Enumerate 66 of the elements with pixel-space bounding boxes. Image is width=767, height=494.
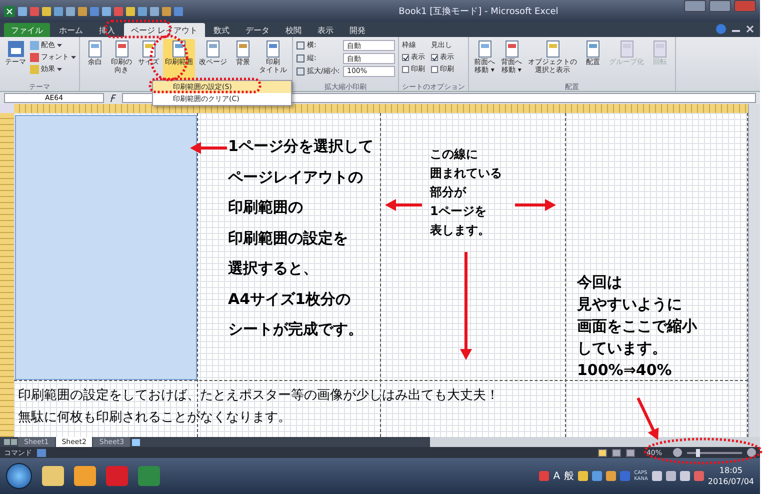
annotation-text: 印刷範囲の設定をしておけば、たとえポスター等の画像が少しはみ出ても大丈夫！ 無駄に何枚も印刷されることがなくなります。 — [18, 387, 499, 427]
excel-icon — [4, 6, 15, 16]
tray-icon[interactable] — [606, 471, 616, 481]
annotation-text: 今回は 見やすいように 画面をここで縮小 しています。 100%⇒40% — [577, 272, 697, 381]
annotation-text: この線に 囲まれている 部分が 1ページを 表します。 — [430, 146, 502, 239]
ribbon-tab[interactable]: 開発 — [342, 23, 373, 37]
insert-sheet-icon[interactable] — [131, 437, 142, 447]
page-icon — [86, 40, 104, 58]
function-icon — [108, 94, 118, 102]
arrow — [636, 397, 659, 440]
ribbon-tab[interactable]: ホーム — [52, 23, 90, 37]
caret-icon — [57, 68, 62, 70]
zoom-out-button[interactable] — [673, 448, 682, 457]
page-icon — [584, 40, 602, 58]
view-button[interactable] — [612, 448, 622, 456]
page-icon — [264, 40, 282, 58]
theme-icon — [6, 40, 24, 58]
page-icon — [112, 40, 130, 58]
ribbon-tab[interactable]: ファイル — [4, 23, 50, 37]
checkbox[interactable] — [431, 54, 438, 60]
tray-icon[interactable] — [578, 471, 588, 481]
swatch-icon — [30, 52, 39, 62]
window-title: Book1 [互換モード] - Microsoft Excel — [398, 6, 560, 18]
slider-thumb[interactable] — [696, 448, 700, 456]
start-button[interactable] — [6, 463, 32, 489]
caret-icon — [57, 44, 62, 46]
ime-indicator[interactable]: A — [553, 470, 560, 482]
macro-icon[interactable] — [37, 448, 46, 456]
ribbon-tab[interactable]: データ — [238, 23, 277, 37]
zoom-in-button[interactable] — [747, 448, 756, 457]
vertical-scrollbar[interactable] — [748, 104, 760, 437]
tray-icon[interactable] — [666, 471, 676, 481]
arrow — [190, 142, 227, 154]
maximize-button[interactable] — [709, 0, 731, 12]
ribbon-tab[interactable]: 校閲 — [278, 23, 309, 37]
page-icon — [544, 40, 562, 58]
clock[interactable]: 18:05 2016/07/04 — [708, 465, 754, 487]
page-icon — [476, 40, 494, 58]
arrow — [385, 199, 422, 211]
minimize-button[interactable] — [684, 0, 706, 12]
swatch-icon — [30, 40, 39, 50]
page-icon — [234, 40, 252, 58]
page-icon — [502, 40, 520, 58]
horizontal-scrollbar[interactable] — [430, 437, 760, 447]
view-button[interactable] — [626, 448, 636, 456]
ime-indicator[interactable]: 般 — [564, 469, 574, 483]
page-icon — [170, 40, 188, 58]
page-icon — [204, 40, 222, 58]
close-icon[interactable] — [746, 25, 754, 33]
arrow — [515, 199, 556, 211]
ribbon-tab[interactable]: 表示 — [310, 23, 341, 37]
checkbox[interactable] — [431, 66, 438, 72]
swatch-icon — [30, 64, 39, 74]
checkbox[interactable] — [402, 66, 409, 72]
page-icon — [140, 40, 158, 58]
ribbon-tab[interactable]: 数式 — [206, 23, 237, 37]
annotation-text: 1ページ分を選択して ページレイアウトの 印刷範囲の 印刷範囲の設定を 選択すると、 A4サイズ1枚分の シートが完成です。 — [228, 136, 374, 340]
help-icon[interactable] — [716, 24, 726, 34]
tray-icon[interactable] — [539, 471, 550, 481]
close-button[interactable] — [734, 0, 756, 12]
page-icon — [618, 40, 636, 58]
tray-icon[interactable] — [592, 471, 602, 481]
view-button[interactable] — [598, 448, 608, 456]
page-icon — [651, 40, 669, 58]
caret-icon — [71, 56, 76, 58]
checkbox[interactable] — [402, 54, 409, 60]
